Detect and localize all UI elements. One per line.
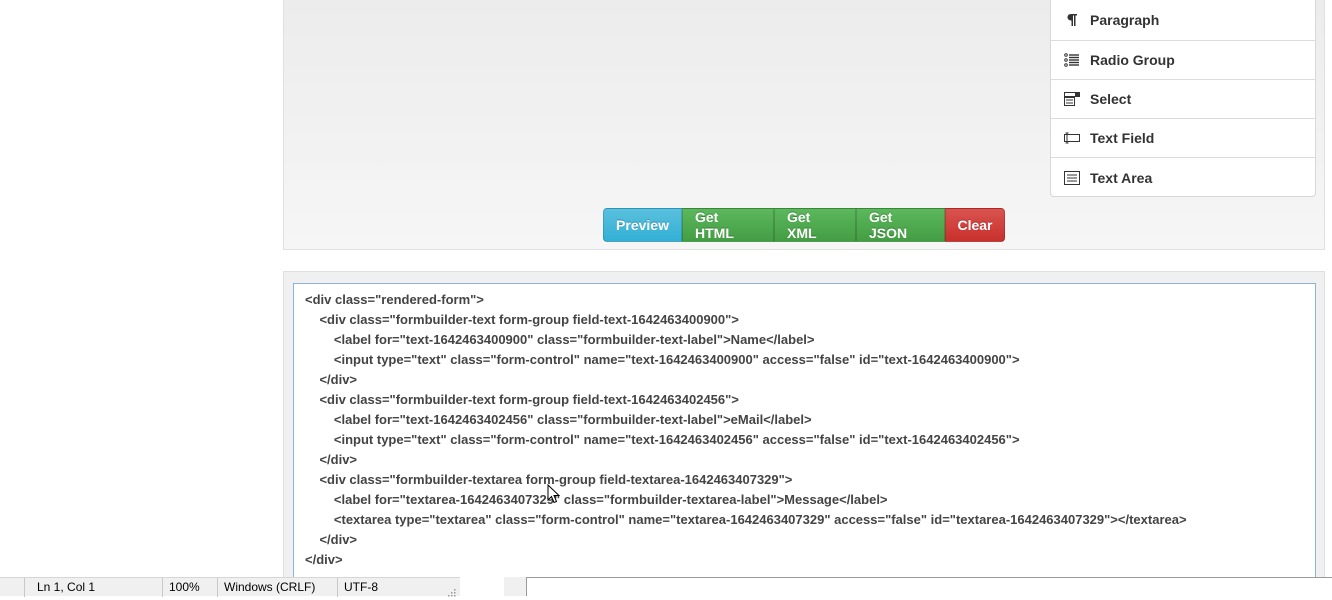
status-spacer xyxy=(0,578,24,597)
control-label: Text Area xyxy=(1090,169,1153,186)
status-cursor-position: Ln 1, Col 1 xyxy=(24,577,162,597)
status-encoding: UTF-8 xyxy=(337,577,460,597)
background-window-edge xyxy=(460,577,1332,596)
control-item-radio-group[interactable]: Radio Group xyxy=(1051,41,1315,80)
code-line: </div> xyxy=(305,452,358,467)
text-area-icon xyxy=(1063,170,1080,185)
window-border xyxy=(526,577,527,596)
code-line: </div> xyxy=(305,372,358,387)
html-output-textarea[interactable]: <div class="rendered-form"> <div class="… xyxy=(293,283,1316,593)
notepad-status-bar: Ln 1, Col 1 100% Windows (CRLF) UTF-8 xyxy=(0,577,460,597)
control-label: Radio Group xyxy=(1090,52,1175,68)
code-line: </div> xyxy=(305,532,358,547)
code-line: <label for="text-1642463402456" class="f… xyxy=(305,412,812,427)
control-label: Paragraph xyxy=(1090,12,1160,28)
code-line: </div> xyxy=(305,552,343,567)
code-line: <label for="textarea-1642463407329" clas… xyxy=(305,492,888,507)
radio-group-icon xyxy=(1063,53,1080,67)
code-line: <div class="formbuilder-textarea form-gr… xyxy=(305,472,793,487)
control-list: Paragraph Radio Group Select Text Field … xyxy=(1050,0,1316,197)
status-zoom: 100% xyxy=(162,577,217,597)
get-json-button[interactable]: Get JSON xyxy=(856,208,945,242)
window-border-top xyxy=(527,577,1332,578)
control-item-select[interactable]: Select xyxy=(1051,80,1315,119)
resize-grip-icon[interactable] xyxy=(448,586,456,597)
get-xml-button[interactable]: Get XML xyxy=(774,208,856,242)
get-html-button[interactable]: Get HTML xyxy=(682,208,774,242)
paragraph-icon xyxy=(1063,13,1080,27)
window-gap xyxy=(504,577,526,596)
control-item-text-area[interactable]: Text Area xyxy=(1051,158,1315,197)
code-line: <input type="text" class="form-control" … xyxy=(305,352,1020,367)
clear-button[interactable]: Clear xyxy=(945,208,1005,242)
select-icon xyxy=(1063,92,1080,106)
form-actions: Preview Get HTML Get XML Get JSON Clear xyxy=(603,208,1005,242)
status-line-endings: Windows (CRLF) xyxy=(217,577,337,597)
code-line: <textarea type="textarea" class="form-co… xyxy=(305,512,1187,527)
control-label: Text Field xyxy=(1090,130,1155,146)
control-label: Select xyxy=(1090,91,1132,107)
code-line: <div class="formbuilder-text form-group … xyxy=(305,312,739,327)
code-line: <input type="text" class="form-control" … xyxy=(305,432,1020,447)
control-item-text-field[interactable]: Text Field xyxy=(1051,119,1315,158)
preview-button[interactable]: Preview xyxy=(603,208,682,242)
code-line: <label for="text-1642463400900" class="f… xyxy=(305,332,815,347)
left-blank-area xyxy=(0,0,283,596)
control-item-paragraph[interactable]: Paragraph xyxy=(1051,0,1315,41)
text-field-icon xyxy=(1063,131,1080,145)
code-line: <div class="formbuilder-text form-group … xyxy=(305,392,739,407)
code-line: <div class="rendered-form"> xyxy=(305,292,484,307)
mouse-cursor-icon xyxy=(547,483,561,504)
